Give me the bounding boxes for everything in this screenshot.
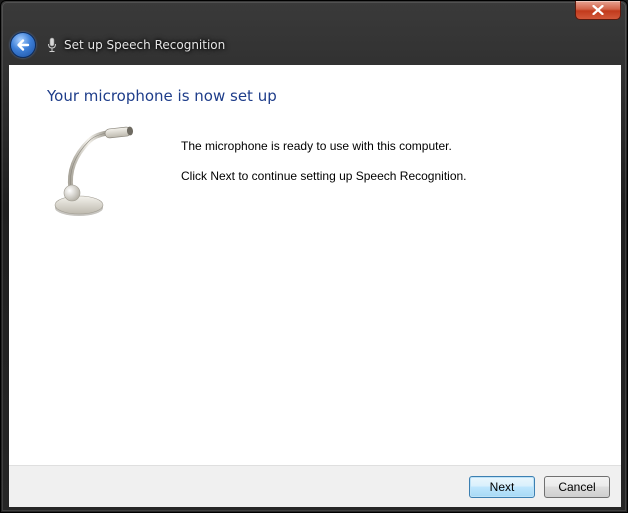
microphone-illustration — [54, 126, 134, 216]
content-panel: Your microphone is now set up The microp… — [9, 65, 621, 465]
back-button[interactable] — [10, 32, 36, 58]
close-icon — [592, 5, 604, 15]
close-button[interactable] — [575, 1, 621, 20]
cancel-button[interactable]: Cancel — [544, 476, 610, 498]
page-heading: Your microphone is now set up — [47, 87, 277, 105]
title-nav-bar: Set up Speech Recognition — [7, 27, 407, 63]
ready-message: The microphone is ready to use with this… — [181, 139, 452, 153]
wizard-window: Set up Speech Recognition Your microphon… — [0, 0, 628, 513]
back-arrow-icon — [17, 39, 30, 51]
next-button[interactable]: Next — [469, 476, 535, 498]
button-bar: Next Cancel — [9, 465, 621, 507]
microphone-icon — [46, 37, 58, 53]
window-title: Set up Speech Recognition — [64, 38, 226, 52]
continue-instruction: Click Next to continue setting up Speech… — [181, 169, 467, 183]
